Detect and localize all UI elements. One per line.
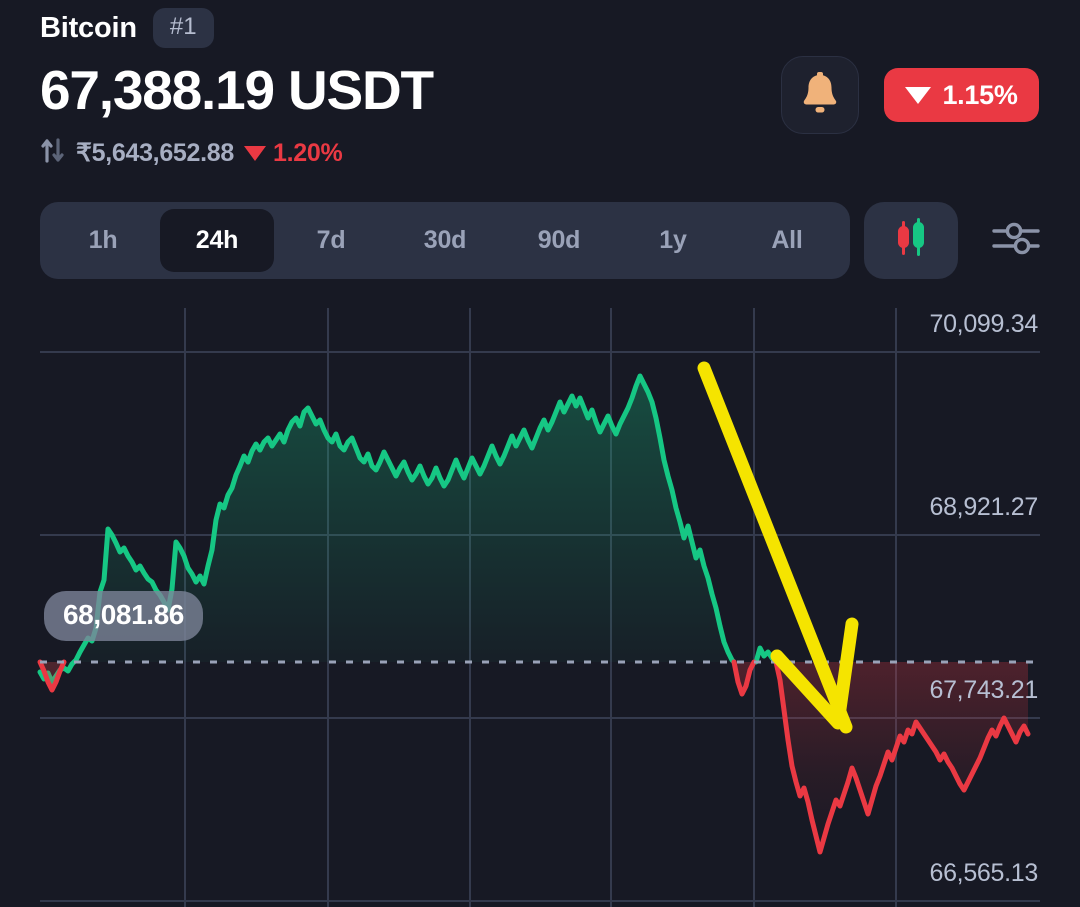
price-chart[interactable]: 70,099.34 68,921.27 67,743.21 66,565.13 … — [0, 290, 1080, 907]
reference-price-tag: 68,081.86 — [44, 591, 203, 641]
price-alert-button[interactable] — [781, 56, 859, 134]
current-price: 67,388.19 USDT — [40, 59, 434, 121]
y-axis-label-1: 68,921.27 — [929, 493, 1038, 521]
swap-vertical-icon[interactable] — [40, 137, 66, 169]
secondary-change: 1.20% — [243, 138, 343, 168]
range-tab-1h[interactable]: 1h — [46, 209, 160, 272]
chart-settings-button[interactable] — [976, 202, 1056, 279]
range-tab-90d[interactable]: 90d — [502, 209, 616, 272]
range-tab-all[interactable]: All — [730, 209, 844, 272]
range-tab-1y[interactable]: 1y — [616, 209, 730, 272]
bell-icon — [800, 71, 840, 120]
range-tab-24h[interactable]: 24h — [160, 209, 274, 272]
price-change-value: 1.15% — [942, 79, 1018, 110]
alt-currency-price: ₹5,643,652.88 — [76, 139, 234, 167]
y-axis-label-3: 66,565.13 — [929, 859, 1038, 887]
y-axis-label-2: 67,743.21 — [929, 676, 1038, 704]
chart-type-button[interactable] — [864, 202, 958, 279]
secondary-change-value: 1.20% — [272, 138, 343, 167]
y-axis-label-0: 70,099.34 — [929, 310, 1038, 338]
bitcoin-price-screen: Bitcoin #1 67,388.19 USDT ₹5,643,652.88 … — [0, 0, 1080, 907]
triangle-down-icon — [905, 86, 932, 104]
secondary-price-row: ₹5,643,652.88 1.20% — [40, 137, 343, 169]
header: Bitcoin #1 67,388.19 USDT ₹5,643,652.88 … — [0, 0, 1080, 190]
annotation-trend-stroke — [697, 361, 853, 734]
price-change-badge[interactable]: 1.15% — [884, 68, 1039, 122]
rank-badge[interactable]: #1 — [152, 8, 214, 48]
price-block: 67,388.19 USDT — [40, 59, 434, 121]
range-tab-30d[interactable]: 30d — [388, 209, 502, 272]
time-range-selector[interactable]: 1h 24h 7d 30d 90d 1y All — [40, 202, 850, 279]
chart-area-down — [40, 662, 1028, 852]
coin-name: Bitcoin — [40, 11, 137, 44]
coin-identity: Bitcoin #1 — [40, 8, 214, 48]
range-tab-7d[interactable]: 7d — [274, 209, 388, 272]
sliders-settings-icon — [990, 218, 1042, 263]
triangle-down-icon — [243, 145, 266, 161]
candlestick-chart-icon — [888, 216, 934, 265]
